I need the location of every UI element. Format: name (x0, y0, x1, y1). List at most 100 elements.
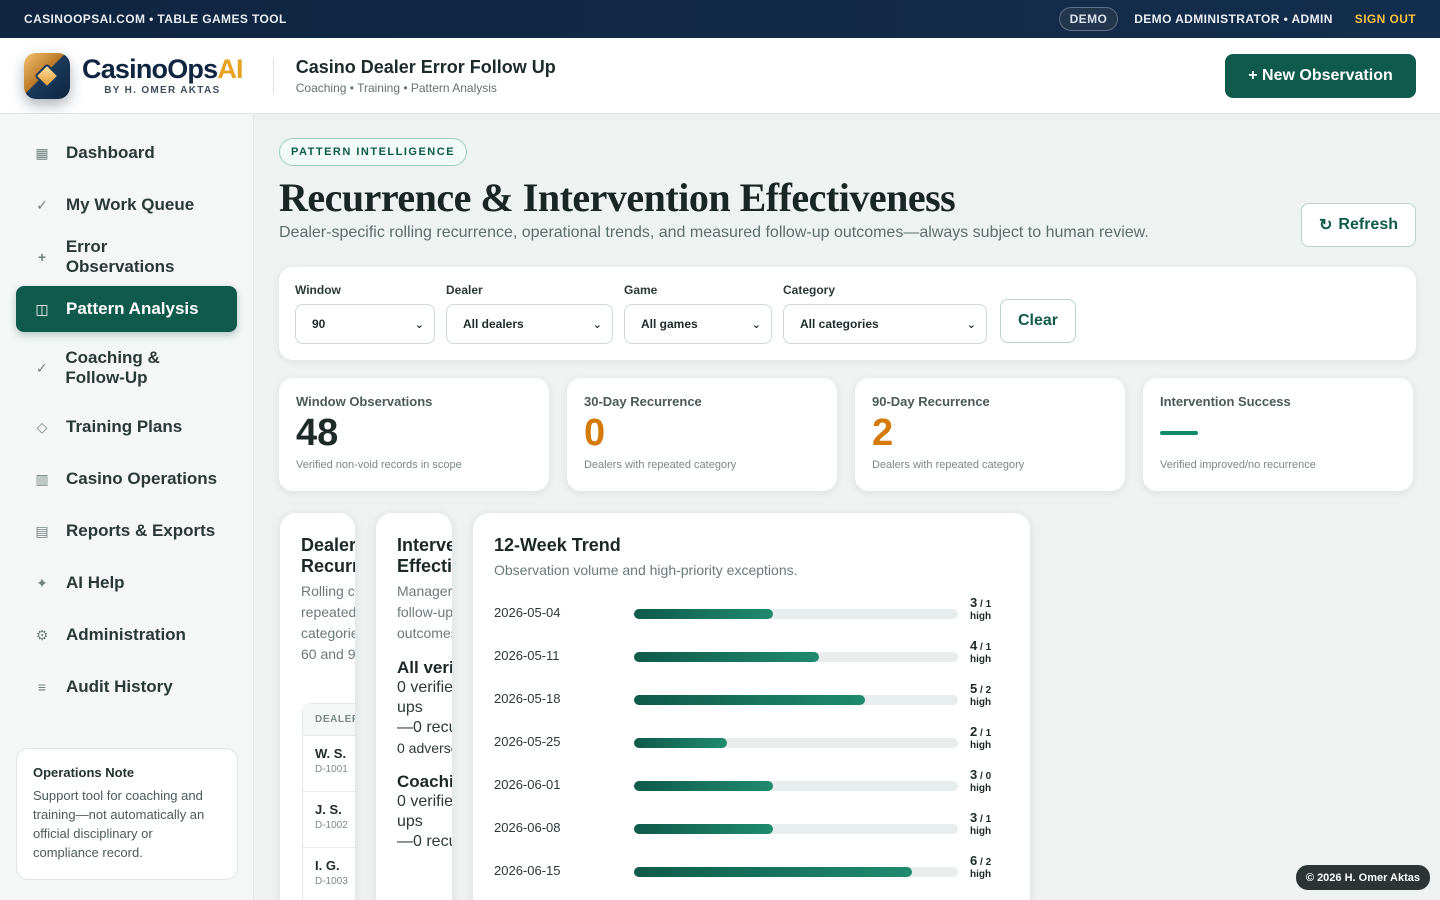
trend-bar (634, 652, 820, 662)
trend-date: 2026-06-15 (494, 863, 561, 878)
sidebar-item-label: Casino Operations (66, 469, 218, 488)
columns-icon: ◫ (35, 300, 49, 317)
trend-date: 2026-06-08 (494, 820, 561, 835)
separator: / (977, 771, 986, 782)
site-brand: CASINOOPSAI.COM • TABLE GAMES TOOL (24, 12, 287, 26)
demo-badge: DEMO (1058, 7, 1119, 31)
kpi-window-observations: Window Observations 48 Verified non-void… (279, 378, 549, 491)
trend-bar-track (634, 781, 958, 791)
logo[interactable]: CasinoOpsAI BY H. OMER AKTAS (82, 54, 244, 96)
new-observation-button[interactable]: + New Observation (1225, 54, 1416, 98)
kpi-90-day-recurrence: 90-Day Recurrence 2 Dealers with repeate… (855, 378, 1125, 491)
card-title: 12-Week Trend (494, 535, 621, 555)
trend-high-count: 1 (985, 814, 992, 825)
sidebar-item-dashboard[interactable]: ▦ Dashboard (16, 130, 237, 176)
logo-ai: AI (217, 54, 243, 84)
card-title: Intervention Effectiveness (397, 535, 452, 576)
trend-row: 2026-05-11 4 / 1 high (494, 638, 1004, 674)
game-select-value: All games (641, 317, 698, 331)
trend-count-label: 5 / 2 (970, 681, 991, 698)
separator: / (977, 642, 986, 653)
card-subtitle: Observation volume and high-priority exc… (494, 562, 798, 578)
category-filter: Category All categories ⌄ (783, 283, 987, 344)
separator: / (977, 685, 986, 696)
copyright-badge: © 2026 H. Omer Aktas (1295, 865, 1430, 890)
plus-icon: + (37, 249, 46, 265)
sidebar-item-label: Reports & Exports (66, 521, 216, 540)
sidebar-nav: ▦ Dashboard ✓ My Work Queue + Error Observati… (16, 130, 237, 710)
section-pill: PATTERN INTELLIGENCE (279, 138, 468, 166)
block-head: All verified (397, 658, 452, 677)
page-subtitle: Dealer-specific rolling recurrence, oper… (279, 224, 1149, 241)
separator: / (977, 857, 986, 868)
trend-row: 2026-05-18 5 / 2 high (494, 681, 1004, 717)
sidebar-item-ai-help[interactable]: ✦ AI Help (16, 560, 237, 606)
dealer-name: J. S. (315, 802, 342, 817)
sidebar-item-administration[interactable]: ⚙ Administration (16, 612, 237, 658)
trend-high-count: 1 (985, 642, 992, 653)
block-line: —0 recurrence (397, 833, 452, 850)
trend-date: 2026-05-25 (494, 734, 561, 749)
dealer-table: DEALER W. S. D-1001 J. S. D-1002 I. G. D… (302, 703, 355, 900)
sidebar-item-pattern-analysis[interactable]: ◫ Pattern Analysis (16, 286, 237, 332)
trend-bar-track (634, 609, 958, 619)
game-filter-label: Game (624, 283, 658, 297)
sidebar-item-reports-exports[interactable]: ▤ Reports & Exports (16, 508, 237, 554)
kpi-label: 90-Day Recurrence (872, 394, 990, 409)
window-filter: Window 90 ⌄ (295, 283, 435, 344)
dealer-id: D-1002 (315, 820, 348, 831)
sidebar-item-training-plans[interactable]: ◇ Training Plans (16, 404, 237, 450)
chevron-down-icon: ⌄ (966, 318, 976, 331)
sidebar-item-coaching-follow-up[interactable]: ✓ Coaching & Follow-Up (16, 338, 237, 398)
kpi-note: Verified non-void records in scope (296, 459, 462, 471)
empty-value-dash (1160, 431, 1198, 435)
refresh-label: Refresh (1338, 216, 1398, 233)
top-bar: CASINOOPSAI.COM • TABLE GAMES TOOL DEMO … (0, 0, 1440, 38)
header-divider (272, 57, 274, 94)
operations-note-title: Operations Note (33, 765, 135, 780)
refresh-button[interactable]: ↻ Refresh (1301, 203, 1416, 247)
dealer-filter-label: Dealer (446, 283, 483, 297)
kpi-note: Dealers with repeated category (584, 459, 737, 471)
sidebar-item-label: Pattern Analysis (66, 299, 199, 318)
grid-icon: ▦ (35, 144, 49, 161)
logo-icon[interactable] (24, 52, 70, 99)
sidebar-item-label: AI Help (66, 573, 125, 592)
gear-icon: ⚙ (35, 626, 49, 643)
page-title: Recurrence & Intervention Effectiveness (279, 175, 956, 220)
app-subtitle: Coaching • Training • Pattern Analysis (295, 80, 497, 95)
trend-count-label: 3 / 1 (970, 810, 991, 827)
kpi-value: 2 (872, 412, 894, 454)
trend-row: 2026-06-08 3 / 1 high (494, 810, 1004, 846)
trend-bar-track (634, 652, 958, 662)
diamond-icon: ◇ (36, 418, 48, 435)
trend-high-label: high (970, 826, 992, 837)
window-select[interactable]: 90 ⌄ (295, 304, 435, 344)
clear-filters-button[interactable]: Clear (1000, 299, 1076, 343)
game-select[interactable]: All games ⌄ (624, 304, 772, 344)
sidebar-item-casino-operations[interactable]: ▥ Casino Operations (16, 456, 237, 502)
trend-count-label: 3 / 1 (970, 595, 991, 612)
effectiveness-all-verified: All verified 0 verified follow-ups —0 re… (397, 658, 452, 758)
separator: / (977, 814, 986, 825)
table-row[interactable]: J. S. D-1002 (303, 792, 355, 848)
sidebar-item-audit-history[interactable]: ≡ Audit History (16, 664, 237, 710)
sidebar-item-error-observations[interactable]: + Error Observations (16, 234, 237, 280)
trend-date: 2026-06-01 (494, 777, 561, 792)
block-head: Coaching (397, 772, 452, 791)
block-line: 0 verified follow-ups (397, 679, 452, 716)
game-filter: Game All games ⌄ (624, 283, 772, 344)
sidebar-item-my-work-queue[interactable]: ✓ My Work Queue (16, 182, 237, 228)
table-row[interactable]: I. G. D-1003 (303, 848, 355, 900)
sidebar: ▦ Dashboard ✓ My Work Queue + Error Observati… (0, 114, 254, 900)
trend-bar-track (634, 738, 958, 748)
sign-out-link[interactable]: SIGN OUT (1355, 12, 1416, 26)
sidebar-item-label: Coaching & Follow-Up (65, 348, 160, 387)
trend-date: 2026-05-04 (494, 605, 561, 620)
trend-high-count: 1 (985, 728, 992, 739)
dealer-select[interactable]: All dealers ⌄ (446, 304, 613, 344)
table-row[interactable]: W. S. D-1001 (303, 736, 355, 792)
category-select[interactable]: All categories ⌄ (783, 304, 987, 344)
trend-bar-track (634, 824, 958, 834)
sidebar-item-label: Administration (66, 625, 186, 644)
